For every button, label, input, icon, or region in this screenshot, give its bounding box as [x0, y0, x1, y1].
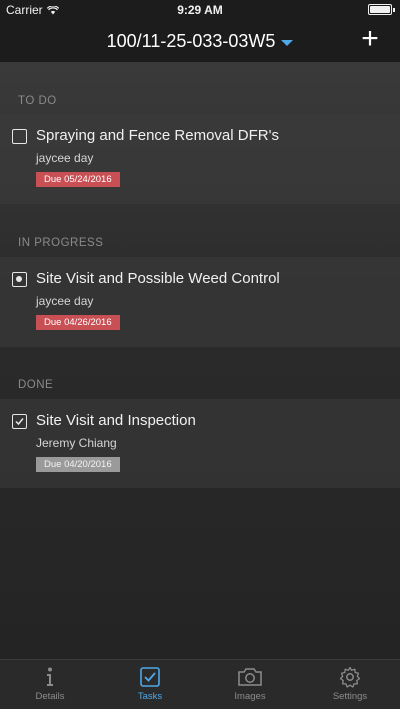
- section-header-done: DONE: [18, 379, 54, 391]
- chevron-down-icon: [281, 39, 294, 46]
- clock: 9:29 AM: [177, 3, 223, 17]
- task-assignee: Jeremy Chiang: [36, 436, 117, 450]
- task-card-in-progress[interactable]: Site Visit and Possible Weed Control jay…: [0, 257, 400, 347]
- tab-bar: Details Tasks Images Settings: [0, 659, 400, 709]
- location-selector[interactable]: 100/11-25-033-03W5: [0, 31, 400, 52]
- in-progress-box-icon[interactable]: [12, 272, 27, 287]
- task-card-done[interactable]: Site Visit and Inspection Jeremy Chiang …: [0, 399, 400, 488]
- task-assignee: jaycee day: [36, 151, 94, 165]
- section-header-in-progress: IN PROGRESS: [18, 237, 104, 249]
- section-header-todo: TO DO: [18, 95, 57, 107]
- task-title: Site Visit and Possible Weed Control: [36, 270, 280, 287]
- tab-settings[interactable]: Settings: [300, 660, 400, 709]
- camera-icon: [200, 660, 300, 690]
- task-assignee: jaycee day: [36, 294, 94, 308]
- page-title: 100/11-25-033-03W5: [106, 31, 276, 51]
- gear-icon: [300, 660, 400, 690]
- checked-box-icon[interactable]: [12, 414, 27, 429]
- tab-tasks[interactable]: Tasks: [100, 660, 200, 709]
- tab-label: Settings: [332, 691, 368, 702]
- tab-images[interactable]: Images: [200, 660, 300, 709]
- info-icon: [0, 660, 100, 690]
- due-badge: Due 04/20/2016: [36, 457, 120, 472]
- battery-icon: [368, 4, 395, 15]
- tab-label: Details: [35, 691, 65, 702]
- tab-details[interactable]: Details: [0, 660, 100, 709]
- status-bar: Carrier 9:29 AM: [0, 0, 400, 20]
- task-list: TO DO Spraying and Fence Removal DFR's j…: [0, 62, 400, 659]
- task-title: Site Visit and Inspection: [36, 412, 196, 429]
- due-badge: Due 05/24/2016: [36, 172, 120, 187]
- add-task-button[interactable]: +: [356, 24, 384, 54]
- nav-bar: 100/11-25-033-03W5 +: [0, 20, 400, 62]
- task-card-todo[interactable]: Spraying and Fence Removal DFR's jaycee …: [0, 114, 400, 204]
- task-title: Spraying and Fence Removal DFR's: [36, 127, 279, 144]
- checkbox-icon: [100, 660, 200, 690]
- unchecked-box-icon[interactable]: [12, 129, 27, 144]
- due-badge: Due 04/26/2016: [36, 315, 120, 330]
- tab-label: Images: [234, 691, 266, 702]
- tab-label: Tasks: [137, 691, 163, 702]
